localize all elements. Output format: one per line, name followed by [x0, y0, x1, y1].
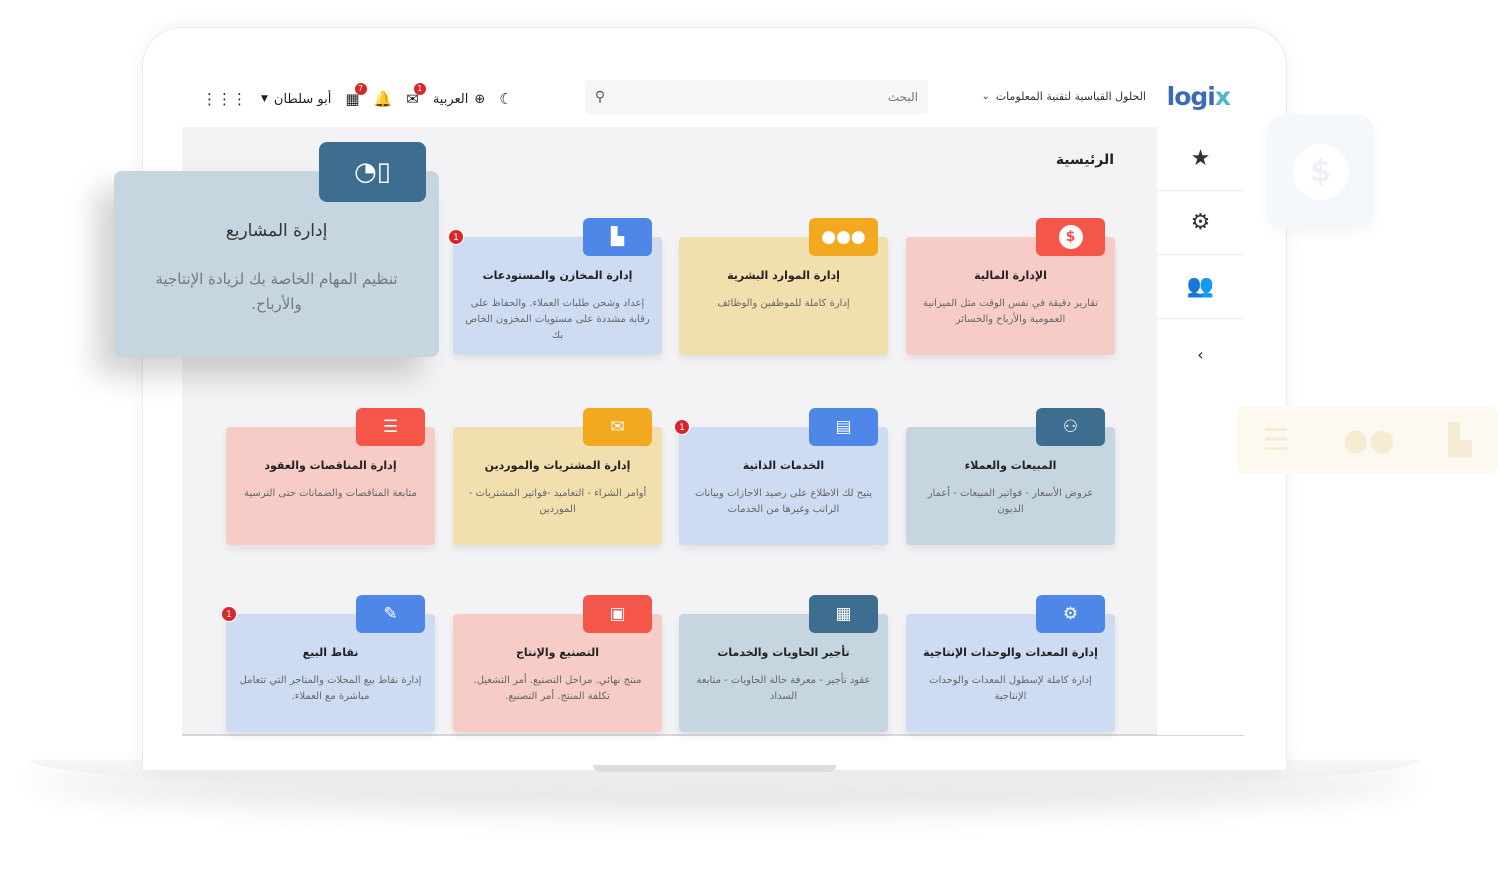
company-selector[interactable]: الحلول القياسية لتقنية المعلومات ⌄	[981, 90, 1146, 103]
sidebar-item-favorites[interactable]: ★	[1157, 127, 1244, 191]
card-title: تأجير الحاويات والخدمات	[717, 646, 850, 659]
faded-contract-icon: ☰	[1262, 422, 1290, 458]
card-pos[interactable]: ✎ نقاط البيع إدارة نقاط بيع المحلات والم…	[226, 595, 435, 732]
card-title: إدارة المعدات والوحدات الإنتاجية	[923, 646, 1098, 659]
company-name: الحلول القياسية لتقنية المعلومات	[995, 90, 1146, 103]
card-tenders[interactable]: ☰ إدارة المناقصات والعقود متابعة المناقص…	[226, 408, 435, 545]
user-settings-icon: 👥	[1186, 274, 1215, 299]
search-icon[interactable]: ⚲	[585, 89, 615, 105]
bottom-divider	[182, 734, 1244, 736]
card-description: منتج نهائي. مراحل التصنيع. أمر التشغيل. …	[473, 675, 642, 702]
bell-icon[interactable]: 🔔	[374, 90, 393, 108]
language-label: العربية	[432, 91, 469, 107]
top-actions: ⋮⋮⋮ ▼ أبو سلطان ▦ 7 🔔 ✉ 1 العربية ⊕ ☾	[202, 83, 513, 112]
supplier-icon: ✉	[583, 408, 652, 446]
calendar-icon[interactable]: ▦ 7	[345, 83, 367, 108]
mail-icon[interactable]: ✉ 1	[406, 83, 426, 108]
factory-icon: ▣	[583, 595, 652, 633]
sidebar-collapse-button[interactable]: ‹	[1157, 319, 1244, 389]
faded-people-icon: ●●	[1342, 422, 1396, 458]
faded-building-icon: ▙	[1448, 422, 1472, 458]
customers-icon: ⚇	[1036, 408, 1105, 446]
top-bar: logix الحلول القياسية لتقنية المعلومات ⌄…	[182, 72, 1244, 126]
card-sales[interactable]: ⚇ المبيعات والعملاء عروض الأسعار - فواتي…	[906, 408, 1115, 545]
card-description: تقارير دقيقة في نفس الوقت مثل الميزانية …	[922, 298, 1099, 325]
contract-icon: ☰	[356, 408, 425, 446]
card-description: إدارة كاملة للموظفين والوظائف	[717, 298, 850, 309]
search-box: ⚲	[585, 80, 928, 114]
pos-icon: ✎	[356, 595, 425, 633]
card-description: إعداد وشحن طلبات العملاء. والحفاظ على رق…	[465, 298, 650, 341]
container-icon: ▦	[809, 595, 878, 633]
dollar-icon: $	[1036, 218, 1105, 256]
notification-badge: 1	[448, 229, 464, 245]
building-icon: ▙	[583, 218, 652, 256]
calendar-badge: 7	[354, 83, 367, 95]
card-title: إدارة المخازن والمستودعات	[482, 269, 633, 282]
card-title: الخدمات الذاتية	[742, 459, 825, 472]
popup-title: إدارة المشاريع	[225, 221, 328, 241]
card-title: إدارة المشتريات والموردين	[484, 459, 631, 472]
card-description: أوامر الشراء - التعاميد -فواتير المشتريا…	[468, 488, 647, 515]
id-card-icon: ▤	[809, 408, 878, 446]
page-title: الرئيسية	[1055, 152, 1114, 168]
apps-grid-icon[interactable]: ⋮⋮⋮	[202, 90, 247, 108]
search-input[interactable]	[615, 80, 928, 114]
logo[interactable]: logix	[1167, 82, 1231, 111]
card-description: إدارة كاملة لإسطول المعدات والوحدات الإن…	[929, 675, 1092, 702]
user-menu[interactable]: ▼ أبو سلطان	[261, 92, 331, 107]
notification-badge: 1	[221, 606, 237, 622]
card-title: إدارة الموارد البشرية	[727, 269, 840, 282]
sidebar: ★ ⚙ 👥 ‹	[1157, 127, 1244, 735]
card-finance[interactable]: $ الإدارة المالية تقارير دقيقة في نفس ال…	[906, 218, 1115, 355]
language-selector[interactable]: العربية ⊕	[433, 92, 485, 107]
card-description: عروض الأسعار - فواتير المبيعات - أعمار ا…	[927, 488, 1094, 515]
faded-icons-strip: ☰ ●● ▙	[1236, 406, 1498, 474]
card-hr[interactable]: ●●● إدارة الموارد البشرية إدارة كاملة لل…	[679, 218, 888, 355]
people-icon: ●●●	[809, 218, 878, 256]
sidebar-item-settings[interactable]: ⚙	[1157, 191, 1244, 255]
card-title: إدارة المناقصات والعقود	[264, 459, 397, 472]
mail-badge: 1	[413, 83, 426, 95]
card-description: متابعة المناقصات والضمانات حتى الترسية	[244, 488, 417, 499]
laptop-notch	[593, 765, 836, 772]
sidebar-item-users[interactable]: 👥	[1157, 255, 1244, 319]
user-name: أبو سلطان	[273, 91, 332, 107]
card-manufacturing[interactable]: ▣ التصنيع والإنتاج منتج نهائي. مراحل الت…	[453, 595, 662, 732]
card-self-service[interactable]: ▤ الخدمات الذاتية يتيح لك الاطلاع على رص…	[679, 408, 888, 545]
gear-icon: ⚙	[1190, 210, 1211, 235]
card-title: المبيعات والعملاء	[964, 459, 1057, 472]
project-management-popup[interactable]: ▯◔ إدارة المشاريع تنظيم المهام الخاصة بك…	[114, 142, 439, 357]
card-description: عقود تأجير - معرفة حالة الحاويات - متابع…	[696, 675, 871, 702]
notification-badge: 1	[674, 419, 690, 435]
dark-mode-icon[interactable]: ☾	[499, 90, 512, 108]
card-equipment[interactable]: ⚙ إدارة المعدات والوحدات الإنتاجية إدارة…	[906, 595, 1115, 732]
chevron-left-icon: ‹	[1197, 344, 1204, 364]
faded-dollar-icon: $	[1267, 115, 1374, 228]
star-icon: ★	[1190, 146, 1211, 171]
card-title: نقاط البيع	[302, 646, 359, 659]
project-timer-icon: ▯◔	[319, 142, 426, 202]
card-description: يتيح لك الاطلاع على رصيد الاجازات وبيانا…	[694, 488, 873, 515]
caret-down-icon: ▼	[261, 94, 268, 104]
card-purchases[interactable]: ✉ إدارة المشتريات والموردين أوامر الشراء…	[453, 408, 662, 545]
chevron-down-icon: ⌄	[981, 91, 990, 102]
equipment-icon: ⚙	[1036, 595, 1105, 633]
card-containers[interactable]: ▦ تأجير الحاويات والخدمات عقود تأجير - م…	[679, 595, 888, 732]
card-warehouse[interactable]: ▙ إدارة المخازن والمستودعات إعداد وشحن ط…	[453, 218, 662, 355]
card-title: التصنيع والإنتاج	[515, 646, 600, 659]
card-title: الإدارة المالية	[974, 269, 1047, 282]
card-description: إدارة نقاط بيع المحلات والمتاجر التي تتع…	[239, 675, 422, 702]
popup-description: تنظيم المهام الخاصة بك لزيادة الإنتاجية …	[155, 270, 398, 313]
globe-icon: ⊕	[474, 91, 486, 107]
